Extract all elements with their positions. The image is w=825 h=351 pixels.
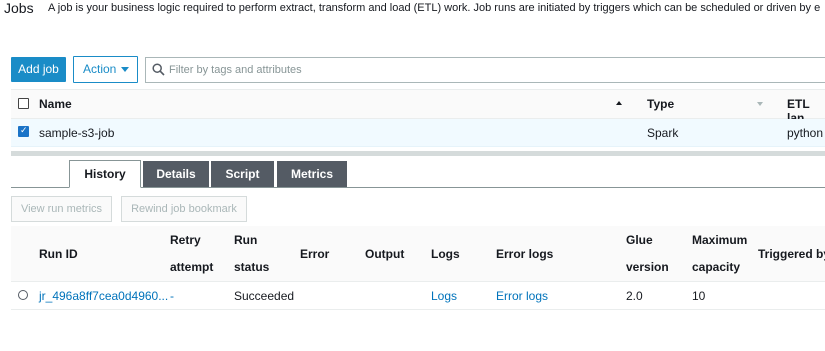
column-header-logs[interactable]: Logs: [431, 246, 460, 262]
column-header-maximum[interactable]: Maximum: [692, 232, 747, 248]
column-header-error-logs[interactable]: Error logs: [496, 246, 553, 262]
column-header-type[interactable]: Type: [647, 97, 674, 111]
column-header-output[interactable]: Output: [365, 246, 404, 262]
sort-icon[interactable]: [757, 102, 763, 106]
run-status: Succeeded: [234, 289, 295, 303]
column-header-attempt[interactable]: attempt: [170, 259, 213, 275]
column-header-run[interactable]: Run: [234, 232, 257, 248]
tab-details[interactable]: Details: [143, 161, 209, 187]
search-input[interactable]: Filter by tags and attributes: [145, 57, 825, 83]
panel-divider[interactable]: [11, 151, 825, 156]
job-type: Spark: [647, 126, 679, 140]
retry-attempt: -: [170, 289, 174, 303]
page-title: Jobs: [4, 0, 34, 16]
run-id-link[interactable]: jr_496a8ff7cea0d4960...: [39, 289, 168, 303]
action-label: Action: [83, 62, 117, 76]
select-all-checkbox[interactable]: [18, 98, 29, 109]
glue-version: 2.0: [626, 289, 643, 303]
column-header-name[interactable]: Name: [39, 97, 72, 111]
job-name[interactable]: sample-s3-job: [39, 126, 114, 140]
table-row[interactable]: [11, 119, 825, 147]
row-checkbox[interactable]: [18, 125, 29, 137]
tab-history[interactable]: History: [69, 160, 141, 188]
column-header-error[interactable]: Error: [300, 246, 329, 262]
sort-ascending-icon[interactable]: [616, 101, 622, 105]
view-run-metrics-button[interactable]: View run metrics: [11, 196, 112, 222]
search-icon: [152, 63, 165, 76]
column-header-status[interactable]: status: [234, 259, 269, 275]
row-radio-button[interactable]: [18, 290, 28, 300]
jobs-table-header: [11, 89, 825, 119]
column-header-version[interactable]: version: [626, 259, 669, 275]
tab-metrics[interactable]: Metrics: [277, 161, 347, 187]
rewind-job-bookmark-button[interactable]: Rewind job bookmark: [121, 196, 247, 222]
column-header-capacity[interactable]: capacity: [692, 259, 740, 275]
caret-down-icon: [121, 67, 129, 72]
maximum-capacity: 10: [692, 289, 706, 303]
add-job-button[interactable]: Add job: [11, 57, 66, 82]
logs-link[interactable]: Logs: [431, 289, 457, 303]
column-header-retry[interactable]: Retry: [170, 232, 201, 248]
search-placeholder: Filter by tags and attributes: [169, 64, 302, 76]
column-header-glue[interactable]: Glue: [626, 232, 653, 248]
tab-script[interactable]: Script: [211, 161, 274, 187]
page-description: A job is your business logic required to…: [48, 2, 821, 14]
column-header-triggered-by[interactable]: Triggered by: [758, 246, 825, 262]
error-logs-link[interactable]: Error logs: [496, 289, 548, 303]
action-dropdown-button[interactable]: Action: [73, 56, 138, 83]
job-etl-language: python: [787, 126, 824, 140]
column-header-run-id[interactable]: Run ID: [39, 246, 78, 262]
